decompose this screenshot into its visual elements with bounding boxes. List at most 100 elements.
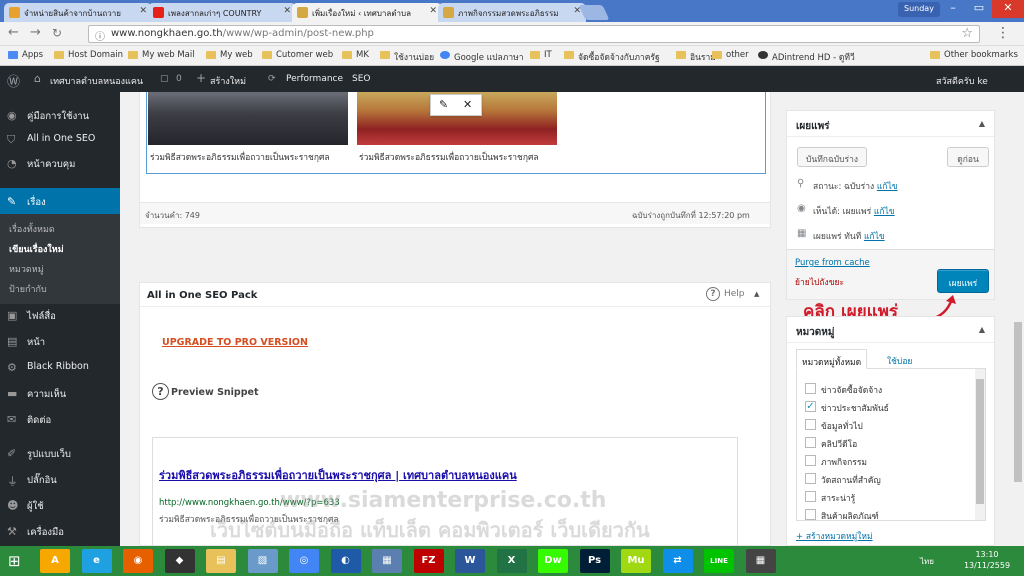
category-item[interactable]: คลิปวีดีโอ bbox=[805, 437, 857, 451]
category-item[interactable]: สินค้าผลิตภัณฑ์ bbox=[805, 509, 879, 520]
category-checkbox[interactable] bbox=[805, 383, 816, 394]
collapse-arrow-icon[interactable]: ▲ bbox=[754, 290, 759, 298]
category-checkbox[interactable] bbox=[805, 419, 816, 430]
inkscape-icon[interactable]: ◆ bbox=[164, 549, 195, 573]
comment-icon[interactable]: ▢ bbox=[160, 74, 169, 84]
comments-count[interactable]: 0 bbox=[176, 74, 182, 84]
dreamweaver-icon[interactable]: Dw bbox=[538, 549, 568, 573]
help-link[interactable]: Help bbox=[724, 289, 745, 299]
category-scrollbar[interactable] bbox=[975, 369, 985, 520]
minimize-icon[interactable]: – bbox=[940, 0, 966, 18]
add-new-category-link[interactable]: + สร้างหมวดหมู่ใหม่ bbox=[796, 529, 873, 543]
bookmark-folder[interactable]: อินราม bbox=[676, 50, 716, 64]
seo-link[interactable]: SEO bbox=[352, 74, 370, 84]
aioseo-header[interactable]: All in One SEO Pack ? Help ▲ bbox=[140, 283, 770, 307]
calc-icon[interactable]: ▦ bbox=[372, 549, 402, 573]
bookmark-star-icon[interactable]: ☆ bbox=[961, 26, 973, 41]
bookmark-apps[interactable]: Apps bbox=[8, 50, 43, 60]
bookmark-link[interactable]: Google แปลภาษา bbox=[440, 50, 524, 64]
tab-close-icon[interactable]: ✕ bbox=[139, 6, 147, 16]
publish-button[interactable]: เผยแพร่ bbox=[937, 269, 989, 293]
edit-status-link[interactable]: แก้ไข bbox=[877, 182, 898, 192]
sidebar-item-aioseo[interactable]: ⛉ All in One SEO bbox=[0, 128, 120, 150]
filezilla-icon[interactable]: FZ bbox=[413, 549, 444, 573]
category-item[interactable]: สาระน่ารู้ bbox=[805, 491, 855, 505]
app-icon[interactable]: ▧ bbox=[247, 549, 278, 573]
bookmark-folder[interactable]: Host Domain bbox=[54, 50, 123, 60]
maximize-icon[interactable]: ▭ bbox=[966, 0, 992, 18]
sidebar-item-comments[interactable]: ▬ ความเห็น bbox=[0, 382, 120, 404]
tab-close-icon[interactable]: ✕ bbox=[429, 6, 437, 16]
page-scrollbar[interactable] bbox=[1012, 92, 1024, 546]
ie-icon[interactable]: e bbox=[81, 549, 112, 573]
tab-all-categories[interactable]: หมวดหมู่ทั้งหมด bbox=[796, 349, 868, 369]
back-icon[interactable]: ← bbox=[8, 26, 19, 40]
bookmark-folder[interactable]: My web bbox=[206, 50, 253, 60]
bookmark-other[interactable]: Other bookmarks bbox=[930, 50, 1018, 60]
sidebar-item-manual[interactable]: ◉ คู่มือการใช้งาน bbox=[0, 104, 120, 126]
bookmark-folder[interactable]: IT bbox=[530, 50, 552, 60]
sidebar-item-media[interactable]: ▣ ไฟล์สื่อ bbox=[0, 304, 120, 326]
gallery-selection[interactable]: ✎ ✕ ร่วมพิธีสวดพระอภิธรรมเพื่อถวายเป็นพร… bbox=[146, 92, 766, 174]
category-item[interactable]: วัดสถานที่สำคัญ bbox=[805, 473, 881, 487]
submenu-add-new[interactable]: เขียนเรื่องใหม่ bbox=[9, 242, 64, 256]
bookmark-folder[interactable]: จัดซื้อจัดจ้างกับภาครัฐ bbox=[564, 50, 660, 64]
url-input[interactable]: ⓘ www.nongkhaen.go.th/www/wp-admin/post-… bbox=[88, 25, 980, 43]
sidebar-item-dashboard[interactable]: ◔ หน้าควบคุม bbox=[0, 152, 120, 174]
category-checkbox[interactable] bbox=[805, 437, 816, 448]
category-item[interactable]: ✓ ข่าวประชาสัมพันธ์ bbox=[805, 401, 889, 415]
user-greeting[interactable]: สวัสดีครับ ke bbox=[936, 74, 988, 88]
bookmark-folder[interactable]: MK bbox=[342, 50, 369, 60]
remove-icon[interactable]: ✕ bbox=[463, 98, 472, 111]
bookmark-folder[interactable]: Cutomer web bbox=[262, 50, 333, 60]
profile-badge[interactable]: Sunday bbox=[898, 2, 940, 17]
calculator-icon[interactable]: ▦ bbox=[745, 549, 776, 573]
word-icon[interactable]: W bbox=[455, 549, 485, 573]
preview-button[interactable]: ดูก่อน bbox=[947, 147, 989, 167]
sidebar-item-tools[interactable]: ⚒ เครื่องมือ bbox=[0, 520, 120, 542]
edit-schedule-link[interactable]: แก้ไข bbox=[864, 232, 885, 242]
sidebar-item-posts[interactable]: ✎ เรื่อง bbox=[0, 188, 120, 214]
categories-header[interactable]: หมวดหมู่ ▲ bbox=[787, 317, 994, 343]
gallery-photo[interactable] bbox=[148, 92, 348, 145]
windows-start-icon[interactable]: ⊞ bbox=[8, 552, 21, 570]
firefox-icon[interactable]: ◉ bbox=[123, 549, 153, 573]
collapse-arrow-icon[interactable]: ▲ bbox=[979, 325, 985, 334]
new-content-link[interactable]: สร้างใหม่ bbox=[210, 74, 246, 88]
upgrade-pro-link[interactable]: UPGRADE TO PRO VERSION bbox=[162, 337, 308, 348]
submenu-categories[interactable]: หมวดหมู่ bbox=[9, 262, 44, 276]
collapse-arrow-icon[interactable]: ▲ bbox=[979, 119, 985, 128]
scrollbar-thumb[interactable] bbox=[976, 379, 984, 504]
category-item[interactable]: ภาพกิจกรรม bbox=[805, 455, 867, 469]
explorer-icon[interactable]: ▤ bbox=[206, 549, 236, 573]
sidebar-item-black-ribbon[interactable]: ⚙ Black Ribbon bbox=[0, 356, 120, 378]
muse-icon[interactable]: Mu bbox=[621, 549, 651, 573]
excel-icon[interactable]: X bbox=[496, 549, 527, 573]
sidebar-item-pages[interactable]: ▤ หน้า bbox=[0, 330, 120, 352]
site-name-link[interactable]: เทศบาลตำบลหนองแคน bbox=[50, 74, 143, 88]
tab-close-icon[interactable]: ✕ bbox=[283, 6, 291, 16]
category-checkbox[interactable] bbox=[805, 455, 816, 466]
network-icon[interactable]: ◐ bbox=[330, 549, 361, 573]
sidebar-item-appearance[interactable]: ✐ รูปแบบเว็บ bbox=[0, 442, 120, 464]
line-icon[interactable]: LINE bbox=[704, 549, 734, 573]
post-editor[interactable]: ✎ ✕ ร่วมพิธีสวดพระอภิธรรมเพื่อถวายเป็นพร… bbox=[139, 92, 771, 228]
category-checkbox[interactable] bbox=[805, 509, 816, 520]
forward-icon[interactable]: → bbox=[30, 26, 41, 40]
sidebar-item-plugins[interactable]: ⏚ ปลั๊กอิน bbox=[0, 468, 120, 490]
teamviewer-icon[interactable]: ⇄ bbox=[662, 549, 693, 573]
category-item[interactable]: ข่าวจัดซื้อจัดจ้าง bbox=[805, 383, 882, 397]
category-checkbox-checked[interactable]: ✓ bbox=[805, 401, 816, 412]
category-checkbox[interactable] bbox=[805, 491, 816, 502]
edit-visibility-link[interactable]: แก้ไข bbox=[874, 207, 895, 217]
publish-header[interactable]: เผยแพร่ ▲ bbox=[787, 111, 994, 137]
category-checkbox[interactable] bbox=[805, 473, 816, 484]
move-to-trash-link[interactable]: ย้ายไปถังขยะ bbox=[795, 275, 844, 289]
browser-tab-1[interactable]: จำหน่ายสินค้าจากบ้านถวาย ✕ bbox=[4, 3, 152, 22]
save-draft-button[interactable]: บันทึกฉบับร่าง bbox=[797, 147, 867, 167]
browser-tab-3-active[interactable]: เพิ่มเรื่องใหม่ ‹ เทศบาลตำบล ✕ bbox=[292, 3, 442, 22]
submenu-all-posts[interactable]: เรื่องทั้งหมด bbox=[9, 222, 55, 236]
chrome-menu-icon[interactable]: ⋮ bbox=[996, 25, 1010, 41]
browser-tab-2[interactable]: เพลงสากลเก่าๆ COUNTRY ✕ bbox=[148, 3, 296, 22]
scrollbar-thumb[interactable] bbox=[1014, 322, 1022, 482]
